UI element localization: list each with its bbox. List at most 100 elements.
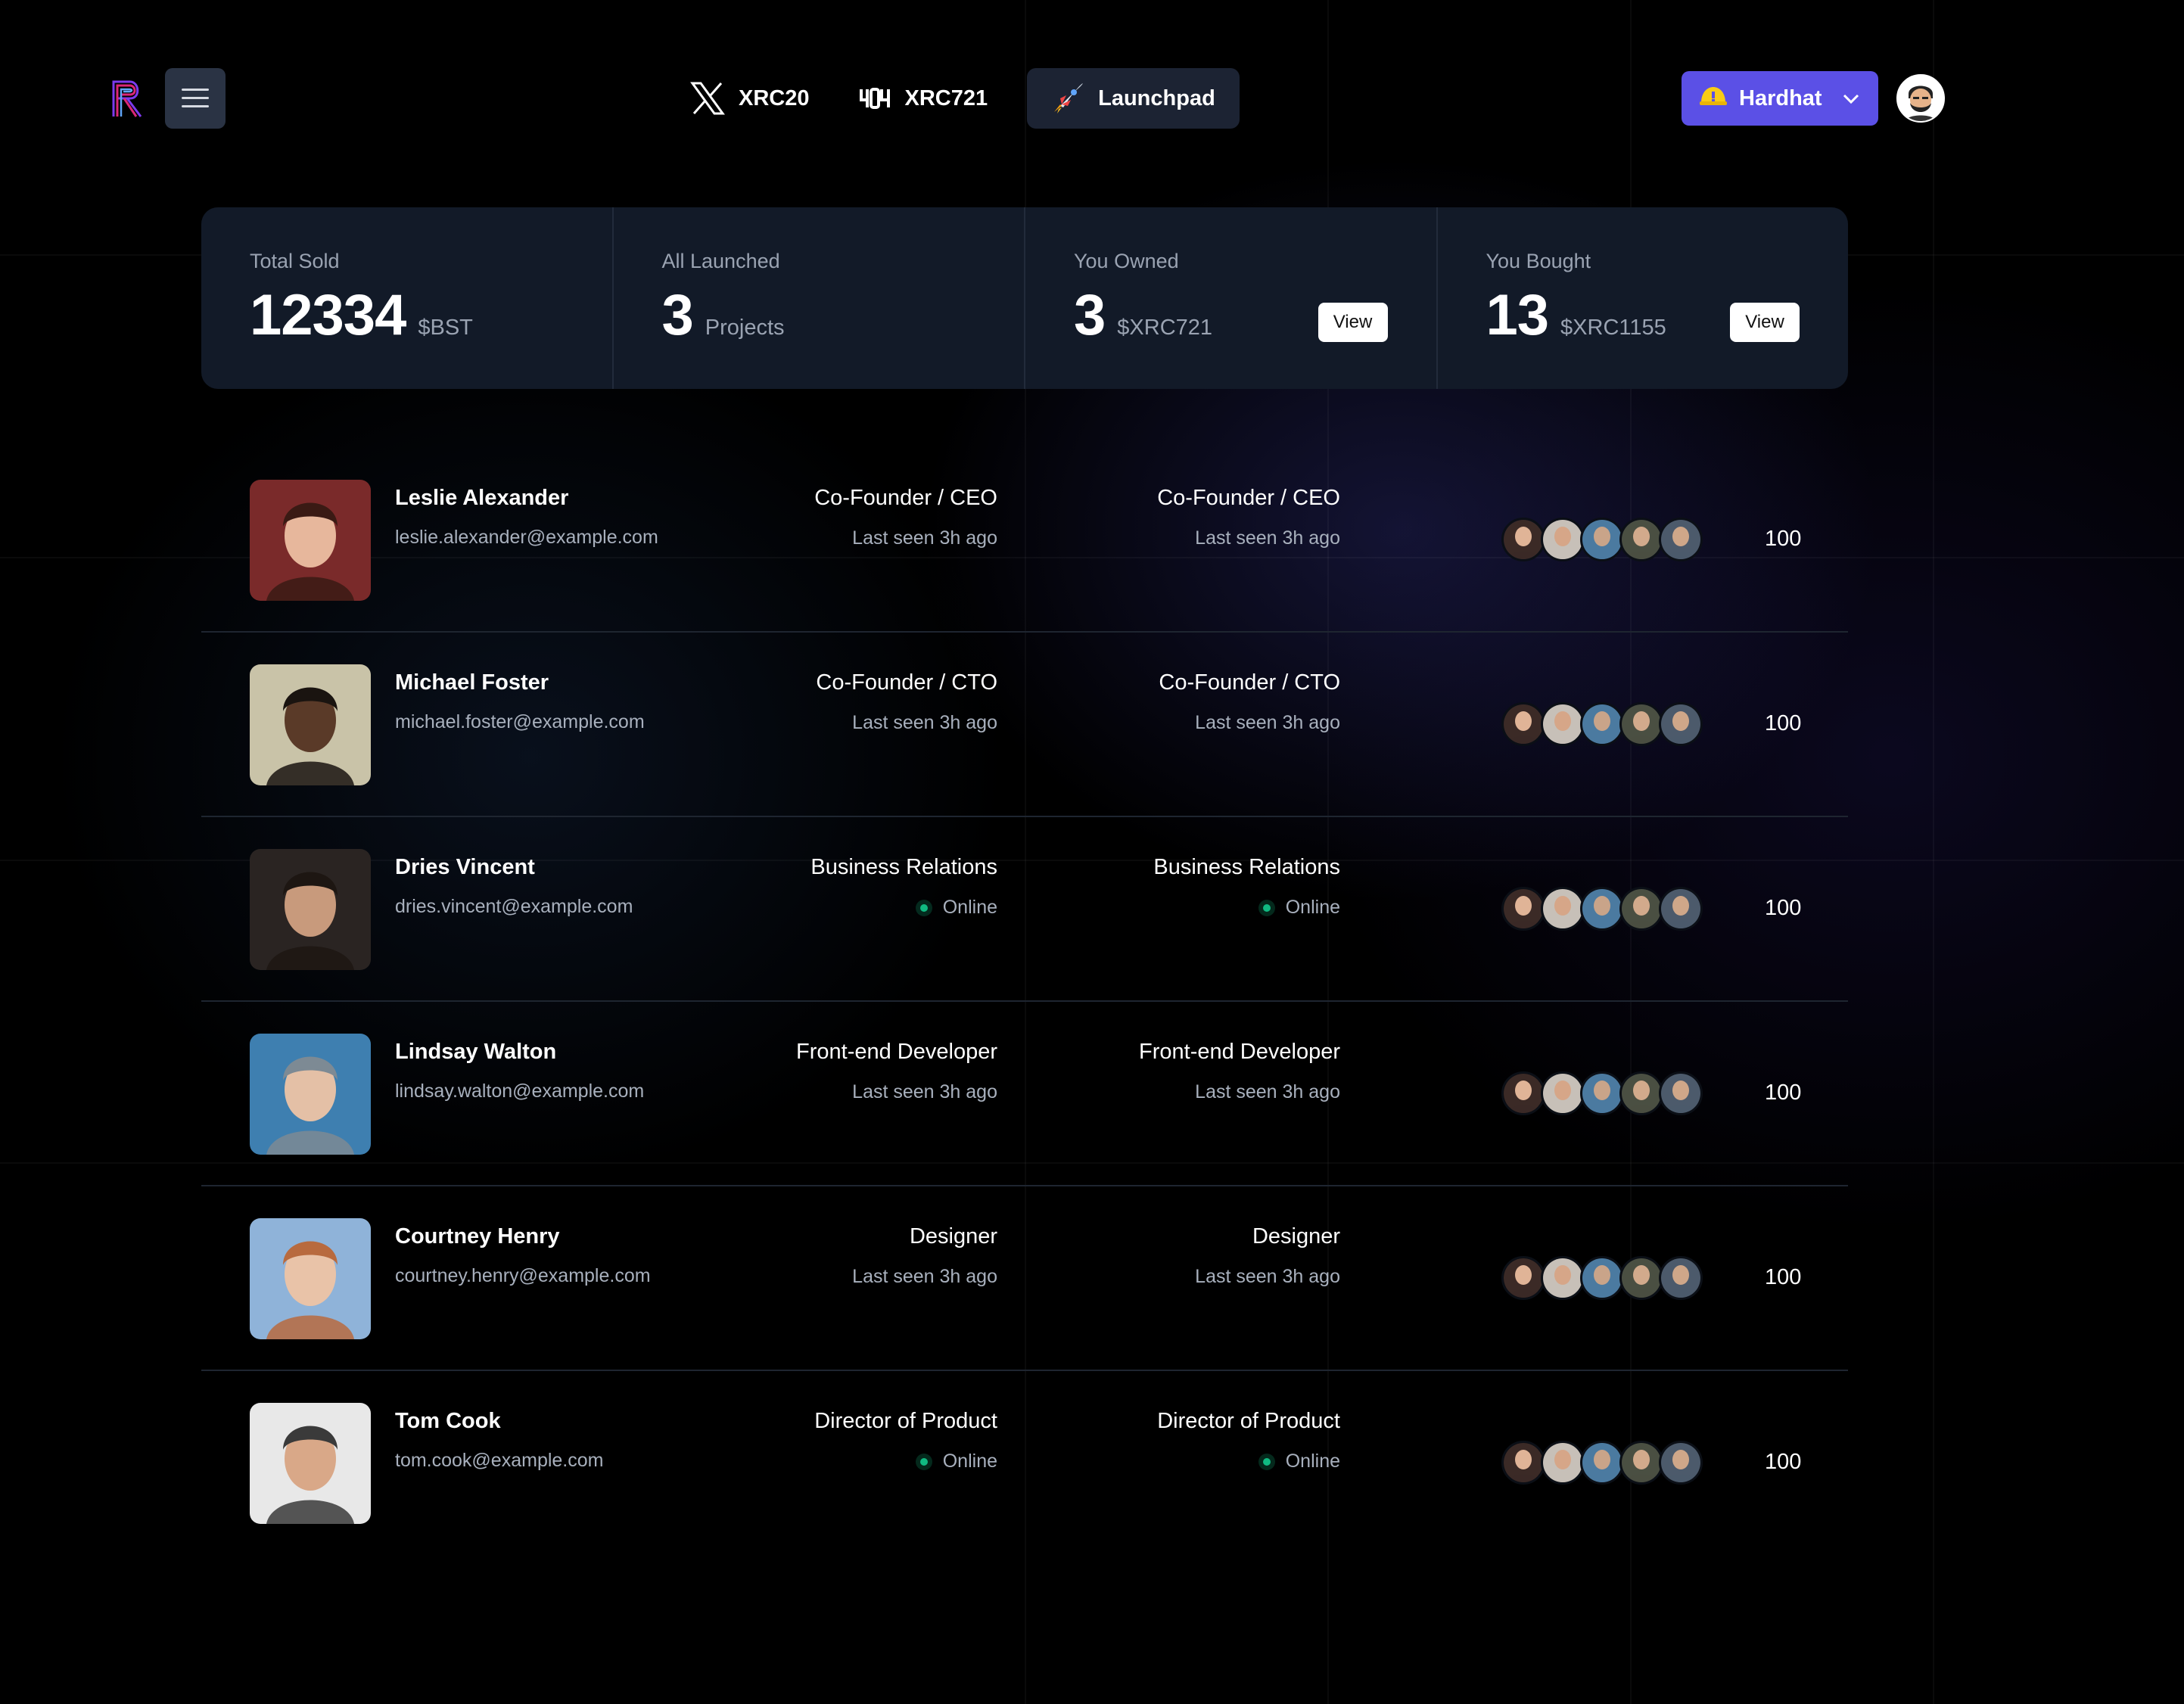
- member-avatar: [1580, 1256, 1624, 1300]
- stat-label: You Bought: [1486, 250, 1591, 272]
- hamburger-icon: [182, 89, 209, 108]
- stat-value: 13: [1486, 283, 1550, 347]
- role-column: Co-Founder / CEO Last seen 3h ago: [814, 486, 997, 549]
- status-text: Last seen 3h ago: [1139, 1081, 1340, 1103]
- avatar-stack: [1501, 1256, 1703, 1300]
- stat-you-bought: You Bought 13 $XRC1155 View: [1436, 207, 1849, 389]
- person-role: Co-Founder / CTO: [1159, 670, 1340, 695]
- status-text: Last seen 3h ago: [1159, 712, 1340, 734]
- people-list: Leslie Alexander leslie.alexander@exampl…: [201, 448, 1848, 1554]
- status-label: Last seen 3h ago: [1195, 712, 1340, 733]
- brand-logo[interactable]: [110, 79, 145, 118]
- person-email: michael.foster@example.com: [395, 711, 645, 732]
- role-column: Designer Last seen 3h ago: [852, 1224, 997, 1288]
- stat-value: 3: [1074, 283, 1106, 347]
- nav-label: XRC721: [904, 86, 988, 110]
- member-avatar: [1659, 887, 1703, 931]
- status-label: Last seen 3h ago: [1195, 1081, 1340, 1102]
- user-avatar[interactable]: [1896, 74, 1945, 123]
- avatar: [250, 480, 371, 601]
- role-column-secondary: Co-Founder / CEO Last seen 3h ago: [1157, 486, 1340, 549]
- avatar: [250, 664, 371, 785]
- avatar-stack: [1501, 702, 1703, 746]
- person-role: Front-end Developer: [796, 1040, 997, 1064]
- member-avatar: [1619, 887, 1663, 931]
- member-avatar: [1659, 1071, 1703, 1115]
- nav-launchpad[interactable]: Launchpad: [1027, 68, 1240, 129]
- list-item[interactable]: Dries Vincent dries.vincent@example.com …: [201, 817, 1848, 1002]
- status-text: Last seen 3h ago: [1195, 1266, 1340, 1288]
- nav-label: XRC20: [739, 86, 810, 110]
- status-text: Last seen 3h ago: [816, 712, 997, 734]
- role-column: Director of Product Online: [814, 1409, 997, 1472]
- list-item[interactable]: Michael Foster michael.foster@example.co…: [201, 633, 1848, 817]
- list-item[interactable]: Leslie Alexander leslie.alexander@exampl…: [201, 448, 1848, 633]
- person-role: Designer: [1252, 1224, 1340, 1248]
- nav-xrc20[interactable]: XRC20: [666, 68, 834, 129]
- member-avatar: [1501, 702, 1545, 746]
- nav-xrc721[interactable]: XRC721: [849, 68, 1013, 129]
- role-column: Co-Founder / CTO Last seen 3h ago: [816, 670, 997, 734]
- network-selector[interactable]: Hardhat: [1682, 71, 1878, 126]
- person-email: leslie.alexander@example.com: [395, 527, 658, 548]
- person-name: Leslie Alexander: [395, 486, 569, 510]
- member-avatar: [1659, 518, 1703, 561]
- member-avatar: [1501, 1441, 1545, 1485]
- status-text: Last seen 3h ago: [796, 1081, 997, 1103]
- role-column-secondary: Front-end Developer Last seen 3h ago: [1139, 1040, 1340, 1103]
- network-label: Hardhat: [1739, 86, 1822, 110]
- list-item[interactable]: Tom Cook tom.cook@example.com Director o…: [201, 1371, 1848, 1554]
- avatar-stack: [1501, 518, 1703, 561]
- chevron-down-icon: [1842, 86, 1860, 111]
- main-nav: XRC20 XRC721 Launchpad: [666, 68, 1240, 129]
- avatar: [250, 1403, 371, 1524]
- status-label: Online: [942, 897, 997, 918]
- role-column-secondary: Co-Founder / CTO Last seen 3h ago: [1159, 670, 1340, 734]
- member-avatar: [1501, 1256, 1545, 1300]
- person-role: Co-Founder / CEO: [814, 486, 997, 510]
- stat-you-owned: You Owned 3 $XRC721 View: [1024, 207, 1436, 389]
- person-email: courtney.henry@example.com: [395, 1265, 651, 1286]
- person-name: Dries Vincent: [395, 855, 535, 879]
- member-avatar: [1659, 702, 1703, 746]
- menu-button[interactable]: [165, 68, 226, 129]
- member-avatar: [1619, 1441, 1663, 1485]
- person-email: tom.cook@example.com: [395, 1450, 604, 1471]
- role-column-secondary: Business Relations Online: [1153, 855, 1340, 919]
- person-email: dries.vincent@example.com: [395, 896, 633, 917]
- stat-unit: Projects: [705, 316, 785, 340]
- stat-unit: $XRC721: [1117, 316, 1213, 340]
- stat-label: Total Sold: [250, 250, 340, 272]
- status-label: Online: [1285, 1451, 1340, 1472]
- member-avatar: [1541, 1441, 1585, 1485]
- member-avatar: [1541, 518, 1585, 561]
- stats-card: Total Sold 12334 $BST All Launched 3 Pro…: [201, 207, 1848, 389]
- status-text: Last seen 3h ago: [852, 1266, 997, 1288]
- status-text: Online: [814, 1451, 997, 1472]
- person-role: Designer: [909, 1224, 997, 1248]
- status-label: Last seen 3h ago: [852, 712, 997, 733]
- status-label: Online: [942, 1451, 997, 1472]
- person-role: Business Relations: [1153, 855, 1340, 879]
- member-avatar: [1619, 1256, 1663, 1300]
- member-avatar: [1659, 1441, 1703, 1485]
- avatar: [250, 849, 371, 970]
- member-avatar: [1619, 702, 1663, 746]
- status-text: Online: [1157, 1451, 1340, 1472]
- list-item[interactable]: Courtney Henry courtney.henry@example.co…: [201, 1186, 1848, 1371]
- view-bought-button[interactable]: View: [1730, 303, 1800, 342]
- stat-value: 12334: [250, 283, 406, 347]
- member-avatar: [1541, 1256, 1585, 1300]
- person-role: Director of Product: [814, 1409, 997, 1433]
- online-status-icon: [915, 1453, 932, 1470]
- stat-value: 3: [661, 283, 694, 347]
- 404-icon: [859, 88, 891, 109]
- member-avatar: [1541, 702, 1585, 746]
- view-owned-button[interactable]: View: [1318, 303, 1388, 342]
- member-avatar: [1580, 1071, 1624, 1115]
- person-role: Co-Founder / CEO: [1157, 486, 1340, 510]
- list-item[interactable]: Lindsay Walton lindsay.walton@example.co…: [201, 1002, 1848, 1186]
- count-value: 100: [1765, 1450, 1802, 1474]
- member-avatar: [1501, 1071, 1545, 1115]
- status-text: Last seen 3h ago: [1157, 527, 1340, 549]
